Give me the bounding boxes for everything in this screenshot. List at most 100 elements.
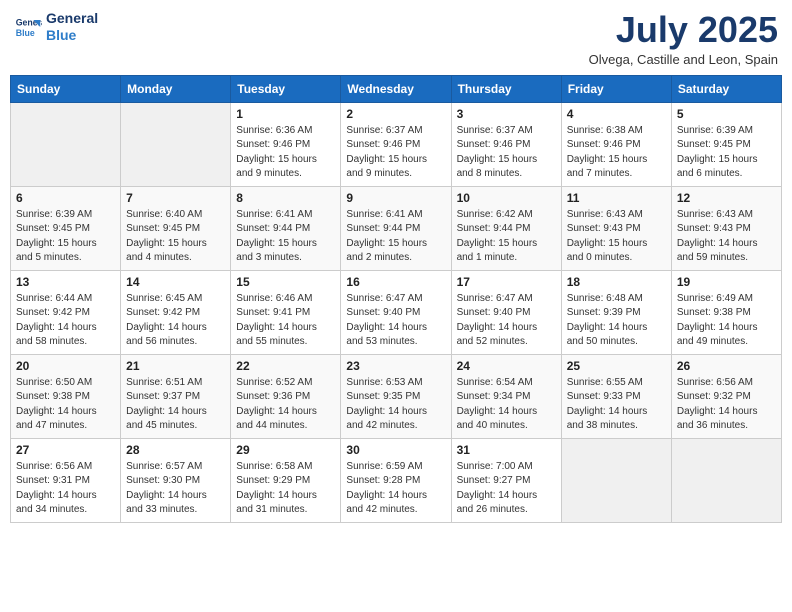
day-info: Sunrise: 7:00 AM Sunset: 9:27 PM Dayligh… (457, 460, 556, 518)
calendar-table: SundayMondayTuesdayWednesdayThursdayFrid… (10, 75, 782, 523)
calendar-cell: 1 Sunrise: 6:36 AM Sunset: 9:46 PM Daylig… (231, 102, 341, 186)
day-number: 15 (236, 275, 335, 289)
calendar-cell (121, 102, 231, 186)
day-number: 13 (16, 275, 115, 289)
day-number: 9 (346, 191, 445, 205)
day-info: Sunrise: 6:41 AM Sunset: 9:44 PM Dayligh… (346, 208, 445, 266)
logo-icon: General Blue (14, 13, 42, 41)
day-info: Sunrise: 6:37 AM Sunset: 9:46 PM Dayligh… (457, 124, 556, 182)
calendar-cell: 13 Sunrise: 6:44 AM Sunset: 9:42 PM Dayli… (11, 270, 121, 354)
calendar-cell: 18 Sunrise: 6:48 AM Sunset: 9:39 PM Dayli… (561, 270, 671, 354)
day-number: 2 (346, 107, 445, 121)
day-number: 31 (457, 443, 556, 457)
day-info: Sunrise: 6:52 AM Sunset: 9:36 PM Dayligh… (236, 376, 335, 434)
calendar-cell: 26 Sunrise: 6:56 AM Sunset: 9:32 PM Dayli… (671, 354, 781, 438)
day-info: Sunrise: 6:54 AM Sunset: 9:34 PM Dayligh… (457, 376, 556, 434)
day-number: 17 (457, 275, 556, 289)
day-number: 16 (346, 275, 445, 289)
calendar-cell: 20 Sunrise: 6:50 AM Sunset: 9:38 PM Dayli… (11, 354, 121, 438)
day-info: Sunrise: 6:44 AM Sunset: 9:42 PM Dayligh… (16, 292, 115, 350)
day-info: Sunrise: 6:43 AM Sunset: 9:43 PM Dayligh… (567, 208, 666, 266)
column-header-friday: Friday (561, 75, 671, 102)
month-title: July 2025 (589, 10, 778, 50)
calendar-cell: 7 Sunrise: 6:40 AM Sunset: 9:45 PM Daylig… (121, 186, 231, 270)
day-number: 3 (457, 107, 556, 121)
day-info: Sunrise: 6:51 AM Sunset: 9:37 PM Dayligh… (126, 376, 225, 434)
day-info: Sunrise: 6:46 AM Sunset: 9:41 PM Dayligh… (236, 292, 335, 350)
column-header-tuesday: Tuesday (231, 75, 341, 102)
calendar-week-row: 13 Sunrise: 6:44 AM Sunset: 9:42 PM Dayli… (11, 270, 782, 354)
day-number: 6 (16, 191, 115, 205)
column-header-thursday: Thursday (451, 75, 561, 102)
calendar-cell: 9 Sunrise: 6:41 AM Sunset: 9:44 PM Daylig… (341, 186, 451, 270)
svg-text:Blue: Blue (16, 28, 35, 38)
day-number: 20 (16, 359, 115, 373)
day-number: 29 (236, 443, 335, 457)
day-number: 26 (677, 359, 776, 373)
day-info: Sunrise: 6:41 AM Sunset: 9:44 PM Dayligh… (236, 208, 335, 266)
day-number: 8 (236, 191, 335, 205)
calendar-cell: 23 Sunrise: 6:53 AM Sunset: 9:35 PM Dayli… (341, 354, 451, 438)
day-info: Sunrise: 6:48 AM Sunset: 9:39 PM Dayligh… (567, 292, 666, 350)
calendar-cell: 19 Sunrise: 6:49 AM Sunset: 9:38 PM Dayli… (671, 270, 781, 354)
day-number: 30 (346, 443, 445, 457)
day-number: 27 (16, 443, 115, 457)
calendar-cell: 17Sunrise: 6:47 AM Sunset: 9:40 PM Dayli… (451, 270, 561, 354)
day-number: 19 (677, 275, 776, 289)
day-info: Sunrise: 6:53 AM Sunset: 9:35 PM Dayligh… (346, 376, 445, 434)
day-info: Sunrise: 6:55 AM Sunset: 9:33 PM Dayligh… (567, 376, 666, 434)
logo: General Blue General Blue (14, 10, 98, 44)
calendar-week-row: 20 Sunrise: 6:50 AM Sunset: 9:38 PM Dayli… (11, 354, 782, 438)
day-info: Sunrise: 6:49 AM Sunset: 9:38 PM Dayligh… (677, 292, 776, 350)
calendar-cell (671, 438, 781, 522)
day-number: 23 (346, 359, 445, 373)
day-number: 18 (567, 275, 666, 289)
calendar-cell: 12 Sunrise: 6:43 AM Sunset: 9:43 PM Dayli… (671, 186, 781, 270)
day-number: 1 (236, 107, 335, 121)
day-number: 28 (126, 443, 225, 457)
day-number: 4 (567, 107, 666, 121)
calendar-cell: 30 Sunrise: 6:59 AM Sunset: 9:28 PM Dayli… (341, 438, 451, 522)
day-info: Sunrise: 6:45 AM Sunset: 9:42 PM Dayligh… (126, 292, 225, 350)
page-header: General Blue General Blue July 2025 Olve… (10, 10, 782, 67)
day-number: 5 (677, 107, 776, 121)
day-number: 11 (567, 191, 666, 205)
day-info: Sunrise: 6:56 AM Sunset: 9:32 PM Dayligh… (677, 376, 776, 434)
column-header-saturday: Saturday (671, 75, 781, 102)
calendar-cell: 10Sunrise: 6:42 AM Sunset: 9:44 PM Dayli… (451, 186, 561, 270)
calendar-cell: 22Sunrise: 6:52 AM Sunset: 9:36 PM Dayli… (231, 354, 341, 438)
day-number: 24 (457, 359, 556, 373)
calendar-cell: 2Sunrise: 6:37 AM Sunset: 9:46 PM Daylig… (341, 102, 451, 186)
calendar-week-row: 27Sunrise: 6:56 AM Sunset: 9:31 PM Dayli… (11, 438, 782, 522)
calendar-cell: 11 Sunrise: 6:43 AM Sunset: 9:43 PM Dayli… (561, 186, 671, 270)
day-info: Sunrise: 6:47 AM Sunset: 9:40 PM Dayligh… (346, 292, 445, 350)
calendar-week-row: 1 Sunrise: 6:36 AM Sunset: 9:46 PM Daylig… (11, 102, 782, 186)
calendar-cell: 8 Sunrise: 6:41 AM Sunset: 9:44 PM Daylig… (231, 186, 341, 270)
day-number: 12 (677, 191, 776, 205)
calendar-cell: 24 Sunrise: 6:54 AM Sunset: 9:34 PM Dayli… (451, 354, 561, 438)
day-info: Sunrise: 6:42 AM Sunset: 9:44 PM Dayligh… (457, 208, 556, 266)
day-info: Sunrise: 6:38 AM Sunset: 9:46 PM Dayligh… (567, 124, 666, 182)
calendar-cell: 3 Sunrise: 6:37 AM Sunset: 9:46 PM Daylig… (451, 102, 561, 186)
calendar-cell: 31 Sunrise: 7:00 AM Sunset: 9:27 PM Dayli… (451, 438, 561, 522)
calendar-cell: 27Sunrise: 6:56 AM Sunset: 9:31 PM Dayli… (11, 438, 121, 522)
location-subtitle: Olvega, Castille and Leon, Spain (589, 52, 778, 67)
calendar-cell (11, 102, 121, 186)
logo-text-line2: Blue (46, 27, 98, 44)
day-info: Sunrise: 6:40 AM Sunset: 9:45 PM Dayligh… (126, 208, 225, 266)
day-number: 7 (126, 191, 225, 205)
day-info: Sunrise: 6:39 AM Sunset: 9:45 PM Dayligh… (16, 208, 115, 266)
calendar-cell: 21 Sunrise: 6:51 AM Sunset: 9:37 PM Dayli… (121, 354, 231, 438)
day-info: Sunrise: 6:43 AM Sunset: 9:43 PM Dayligh… (677, 208, 776, 266)
logo-text-line1: General (46, 10, 98, 27)
calendar-cell: 16 Sunrise: 6:47 AM Sunset: 9:40 PM Dayli… (341, 270, 451, 354)
day-info: Sunrise: 6:36 AM Sunset: 9:46 PM Dayligh… (236, 124, 335, 182)
day-info: Sunrise: 6:59 AM Sunset: 9:28 PM Dayligh… (346, 460, 445, 518)
calendar-week-row: 6 Sunrise: 6:39 AM Sunset: 9:45 PM Daylig… (11, 186, 782, 270)
day-number: 14 (126, 275, 225, 289)
day-number: 21 (126, 359, 225, 373)
column-header-monday: Monday (121, 75, 231, 102)
day-info: Sunrise: 6:50 AM Sunset: 9:38 PM Dayligh… (16, 376, 115, 434)
title-block: July 2025 Olvega, Castille and Leon, Spa… (589, 10, 778, 67)
calendar-cell: 25Sunrise: 6:55 AM Sunset: 9:33 PM Dayli… (561, 354, 671, 438)
